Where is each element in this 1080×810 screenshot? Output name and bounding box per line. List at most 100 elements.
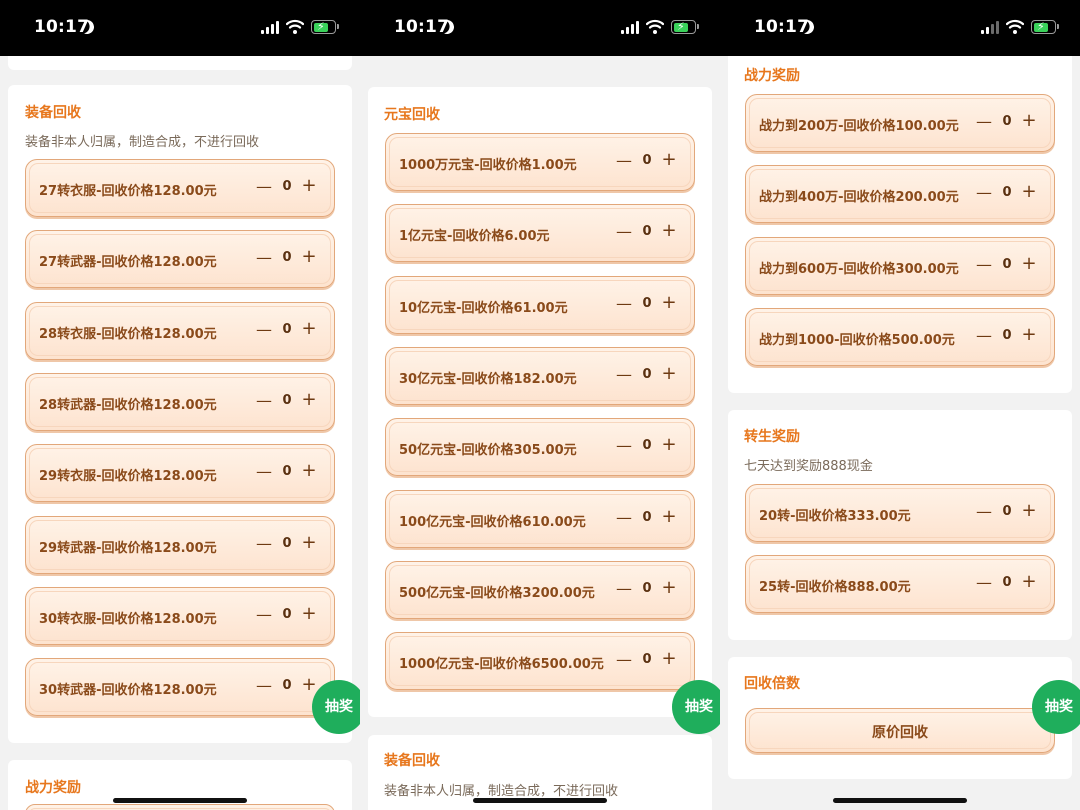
decrement-button[interactable]: — bbox=[974, 254, 994, 276]
increment-button[interactable]: + bbox=[1019, 571, 1039, 593]
increment-button[interactable]: + bbox=[1019, 253, 1039, 275]
decrement-button[interactable]: — bbox=[254, 461, 274, 483]
decrement-button[interactable]: — bbox=[254, 675, 274, 697]
item-label: 100亿元宝-回收价格610.00元 bbox=[399, 515, 586, 530]
home-indicator bbox=[113, 798, 247, 803]
item-label: 1亿元宝-回收价格6.00元 bbox=[399, 229, 550, 244]
item-label: 27转衣服-回收价格128.00元 bbox=[39, 184, 217, 199]
section-title: 装备回收 bbox=[384, 753, 440, 769]
recycle-item-partial bbox=[25, 804, 335, 810]
decrement-button[interactable]: — bbox=[254, 604, 274, 626]
item-label: 20转-回收价格333.00元 bbox=[759, 509, 911, 524]
increment-button[interactable]: + bbox=[299, 460, 319, 482]
recycle-item: 29转武器-回收价格128.00元 — 0 + bbox=[25, 516, 335, 574]
decrement-button[interactable]: — bbox=[614, 364, 634, 386]
decrement-button[interactable]: — bbox=[614, 221, 634, 243]
increment-button[interactable]: + bbox=[659, 149, 679, 171]
battery-icon: ⚡ bbox=[671, 20, 699, 34]
section-title: 战力奖励 bbox=[25, 780, 81, 796]
item-label: 1000亿元宝-回收价格6500.00元 bbox=[399, 657, 604, 672]
item-label: 30转衣服-回收价格128.00元 bbox=[39, 612, 217, 627]
status-bar: 10:17 ⚡ bbox=[0, 0, 360, 56]
decrement-button[interactable]: — bbox=[614, 507, 634, 529]
item-label: 27转武器-回收价格128.00元 bbox=[39, 255, 217, 270]
item-label: 25转-回收价格888.00元 bbox=[759, 580, 911, 595]
item-count: 0 bbox=[282, 678, 292, 693]
increment-button[interactable]: + bbox=[1019, 110, 1039, 132]
lottery-button[interactable]: 抽奖 bbox=[672, 680, 720, 734]
recycle-item: 25转-回收价格888.00元 — 0 + bbox=[745, 555, 1055, 613]
option-label: 原价回收 bbox=[872, 725, 928, 741]
increment-button[interactable]: + bbox=[299, 246, 319, 268]
increment-button[interactable]: + bbox=[1019, 324, 1039, 346]
increment-button[interactable]: + bbox=[659, 363, 679, 385]
recycle-item: 29转衣服-回收价格128.00元 — 0 + bbox=[25, 444, 335, 502]
increment-button[interactable]: + bbox=[1019, 500, 1039, 522]
recycle-item: 30亿元宝-回收价格182.00元 — 0 + bbox=[385, 347, 695, 405]
status-bar: 10:17 ⚡ bbox=[720, 0, 1080, 56]
decrement-button[interactable]: — bbox=[254, 533, 274, 555]
wifi-icon bbox=[1006, 19, 1024, 34]
decrement-button[interactable]: — bbox=[254, 390, 274, 412]
decrement-button[interactable]: — bbox=[254, 247, 274, 269]
item-label: 战力到1000-回收价格500.00元 bbox=[759, 333, 955, 348]
item-count: 0 bbox=[282, 607, 292, 622]
increment-button[interactable]: + bbox=[659, 577, 679, 599]
item-label: 30亿元宝-回收价格182.00元 bbox=[399, 372, 577, 387]
home-indicator bbox=[833, 798, 967, 803]
item-label: 1000万元宝-回收价格1.00元 bbox=[399, 158, 577, 173]
increment-button[interactable]: + bbox=[299, 603, 319, 625]
item-count: 0 bbox=[282, 179, 292, 194]
decrement-button[interactable]: — bbox=[974, 572, 994, 594]
increment-button[interactable]: + bbox=[1019, 181, 1039, 203]
decrement-button[interactable]: — bbox=[254, 176, 274, 198]
item-count: 0 bbox=[642, 153, 652, 168]
recycle-item: 1000万元宝-回收价格1.00元 — 0 + bbox=[385, 133, 695, 191]
item-count: 0 bbox=[282, 250, 292, 265]
increment-button[interactable]: + bbox=[659, 648, 679, 670]
right-screen: 战力奖励 战力到200万-回收价格100.00元 — 0 + 战力到400万-回… bbox=[720, 0, 1080, 810]
recycle-item: 10亿元宝-回收价格61.00元 — 0 + bbox=[385, 276, 695, 334]
decrement-button[interactable]: — bbox=[614, 293, 634, 315]
increment-button[interactable]: + bbox=[299, 389, 319, 411]
item-count: 0 bbox=[1002, 328, 1012, 343]
item-count: 0 bbox=[282, 393, 292, 408]
increment-button[interactable]: + bbox=[659, 220, 679, 242]
increment-button[interactable]: + bbox=[299, 175, 319, 197]
increment-button[interactable]: + bbox=[659, 506, 679, 528]
section-title: 战力奖励 bbox=[744, 68, 800, 84]
item-count: 0 bbox=[642, 224, 652, 239]
decrement-button[interactable]: — bbox=[614, 435, 634, 457]
signal-icon bbox=[981, 21, 999, 34]
decrement-button[interactable]: — bbox=[614, 578, 634, 600]
recycle-item: 战力到400万-回收价格200.00元 — 0 + bbox=[745, 165, 1055, 223]
item-count: 0 bbox=[1002, 114, 1012, 129]
section-title: 回收倍数 bbox=[744, 676, 800, 692]
decrement-button[interactable]: — bbox=[614, 150, 634, 172]
increment-button[interactable]: + bbox=[299, 532, 319, 554]
increment-button[interactable]: + bbox=[659, 292, 679, 314]
increment-button[interactable]: + bbox=[659, 434, 679, 456]
decrement-button[interactable]: — bbox=[254, 319, 274, 341]
item-count: 0 bbox=[642, 367, 652, 382]
decrement-button[interactable]: — bbox=[974, 325, 994, 347]
battery-icon: ⚡ bbox=[311, 20, 339, 34]
recycle-item: 50亿元宝-回收价格305.00元 — 0 + bbox=[385, 418, 695, 476]
original-price-option[interactable]: 原价回收 bbox=[745, 708, 1055, 753]
section-note: 七天达到奖励888现金 bbox=[744, 459, 873, 474]
decrement-button[interactable]: — bbox=[974, 182, 994, 204]
lottery-button[interactable]: 抽奖 bbox=[312, 680, 360, 734]
decrement-button[interactable]: — bbox=[974, 501, 994, 523]
decrement-button[interactable]: — bbox=[974, 111, 994, 133]
recycle-item: 28转衣服-回收价格128.00元 — 0 + bbox=[25, 302, 335, 360]
decrement-button[interactable]: — bbox=[614, 649, 634, 671]
item-label: 29转武器-回收价格128.00元 bbox=[39, 541, 217, 556]
increment-button[interactable]: + bbox=[299, 318, 319, 340]
item-label: 50亿元宝-回收价格305.00元 bbox=[399, 443, 577, 458]
lottery-button[interactable]: 抽奖 bbox=[1032, 680, 1080, 734]
item-count: 0 bbox=[282, 464, 292, 479]
recycle-item: 1000亿元宝-回收价格6500.00元 — 0 + bbox=[385, 632, 695, 690]
section-title: 装备回收 bbox=[25, 105, 81, 121]
item-count: 0 bbox=[282, 322, 292, 337]
recycle-item: 100亿元宝-回收价格610.00元 — 0 + bbox=[385, 490, 695, 548]
